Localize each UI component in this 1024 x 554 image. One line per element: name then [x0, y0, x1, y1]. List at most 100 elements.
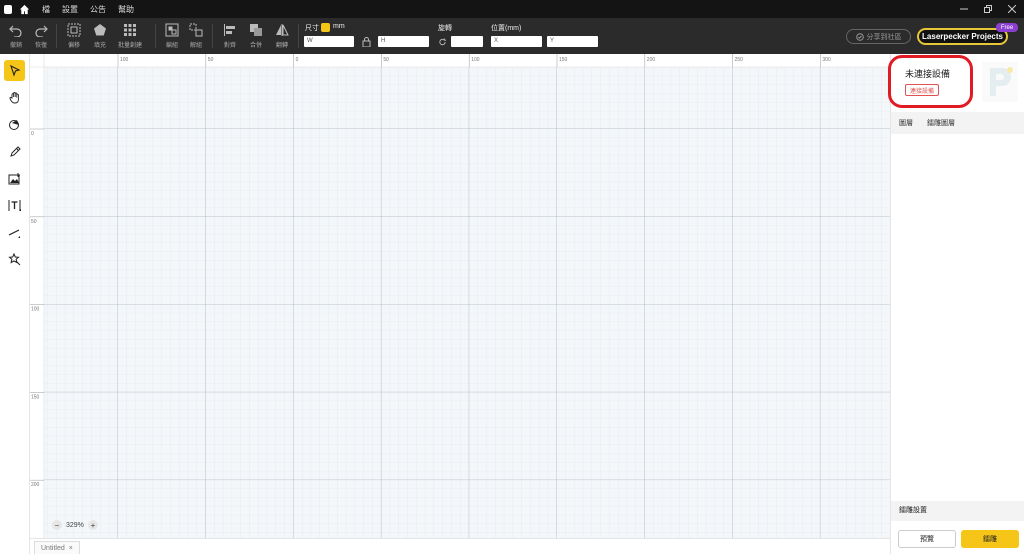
unit-toggle[interactable] — [321, 23, 330, 32]
special-tool[interactable] — [4, 249, 25, 270]
tab-burn-layers[interactable]: 鐳雕圖層 — [927, 118, 955, 128]
design-canvas[interactable]: 100 50 0 50 100 150 200 250 300 0 50 100 150 200 − 3… — [30, 54, 890, 538]
fill-pentagon-icon — [94, 24, 106, 36]
batch-create-label: 批量創建 — [118, 43, 143, 49]
rotate-input[interactable] — [451, 36, 483, 47]
menu-file[interactable]: 檔 — [42, 4, 50, 15]
flip-button[interactable]: 翻轉 — [270, 20, 294, 49]
highlight-annotation — [888, 55, 973, 108]
height-input[interactable]: H — [378, 36, 429, 47]
restore-icon[interactable] — [976, 0, 1000, 18]
offset-icon — [67, 23, 81, 37]
zoom-controls: − 329% + — [52, 519, 98, 531]
y-input[interactable]: Y — [547, 36, 598, 47]
lock-icon[interactable] — [362, 37, 371, 47]
size-label: 尺寸 — [305, 25, 319, 32]
ruler-tick-label: 50 — [208, 57, 214, 63]
ruler-tick-label: 300 — [822, 57, 831, 63]
burn-button[interactable]: 鐳雕 — [961, 530, 1019, 548]
tab-title: Untitled — [41, 544, 65, 552]
zoom-in-button[interactable]: + — [87, 520, 98, 530]
free-badge: Free — [996, 23, 1018, 32]
ruler-tick-label: 200 — [647, 57, 656, 63]
laserpecker-watermark-icon — [982, 62, 1018, 102]
share-community-button[interactable]: 分享到社區 — [846, 29, 911, 44]
flip-icon — [276, 24, 289, 36]
ungroup-icon — [189, 23, 203, 37]
undo-label: 撤銷 — [9, 43, 22, 49]
separator — [155, 24, 156, 48]
burn-settings-header[interactable]: 鐳雕設置 — [891, 501, 1024, 521]
offset-label: 偏移 — [67, 43, 80, 49]
ruler-tick-label: 0 — [31, 131, 34, 137]
select-tool[interactable] — [4, 60, 25, 81]
ungroup-label: 解組 — [189, 43, 202, 49]
ruler-tick-label: 100 — [31, 307, 40, 313]
ruler-tick-label: 150 — [559, 57, 568, 63]
offset-button[interactable]: 偏移 — [62, 20, 86, 49]
ruler-tick-label: 0 — [296, 57, 299, 63]
size-unit: mm — [333, 23, 345, 30]
group-button[interactable]: 編組 — [160, 20, 184, 49]
pen-tool[interactable] — [4, 141, 25, 162]
redo-button[interactable]: 恢復 — [29, 20, 53, 49]
home-icon[interactable] — [18, 3, 30, 15]
menu-announcements[interactable]: 公告 — [90, 4, 106, 15]
line-tool[interactable] — [4, 222, 25, 243]
toolbar: 撤銷 恢復 偏移 填充 批量創建 編組 解組 對齊 合併 翻轉 尺寸 mm W — [0, 18, 1024, 54]
align-button[interactable]: 對齊 — [218, 20, 242, 49]
ruler-tick-label: 50 — [383, 57, 389, 63]
x-input[interactable]: X — [491, 36, 542, 47]
separator — [212, 24, 213, 48]
fill-label: 填充 — [93, 43, 106, 49]
menu-settings[interactable]: 設置 — [62, 4, 78, 15]
shapes-icon — [9, 120, 19, 130]
share-icon — [855, 32, 864, 41]
redo-icon — [35, 25, 48, 37]
pencil-icon — [9, 145, 21, 157]
rotate-icon — [439, 38, 447, 46]
align-label: 對齊 — [223, 43, 236, 49]
ungroup-button[interactable]: 解組 — [184, 20, 208, 49]
document-tab[interactable]: Untitled × — [34, 541, 80, 554]
align-left-icon — [224, 24, 235, 36]
zoom-out-button[interactable]: − — [52, 520, 62, 530]
merge-icon — [250, 24, 262, 36]
batch-create-button[interactable]: 批量創建 — [118, 20, 142, 49]
image-add-icon — [8, 172, 20, 184]
text-tool[interactable] — [4, 195, 25, 216]
pan-tool[interactable] — [4, 87, 25, 108]
fill-button[interactable]: 填充 — [88, 20, 112, 49]
flip-label: 翻轉 — [275, 43, 288, 49]
preview-button[interactable]: 預覽 — [898, 530, 956, 548]
close-icon[interactable] — [1000, 0, 1024, 18]
ruler-tick-label: 200 — [31, 482, 40, 488]
tab-close-icon[interactable]: × — [69, 545, 73, 552]
width-input[interactable]: W — [304, 36, 354, 47]
projects-label: Laserpecker Projects — [922, 32, 1003, 41]
grid-icon — [124, 24, 136, 36]
pointer-icon — [9, 64, 21, 77]
undo-button[interactable]: 撤銷 — [4, 20, 28, 49]
laserpecker-projects-button[interactable]: Laserpecker Projects — [917, 28, 1008, 45]
tab-layers[interactable]: 圖層 — [899, 118, 913, 128]
left-toolbar — [0, 54, 30, 554]
app-logo-icon — [4, 4, 12, 14]
menu-help[interactable]: 幫助 — [118, 4, 134, 15]
ruler-tick-label: 250 — [735, 57, 744, 63]
group-label: 編組 — [165, 43, 178, 49]
right-panel: 未連接設備 連接設備 圖層 鐳雕圖層 鐳雕設置 預覽 鐳雕 — [890, 54, 1024, 554]
share-label: 分享到社區 — [866, 33, 902, 41]
layer-tabs: 圖層 鐳雕圖層 — [891, 112, 1024, 134]
ruler-tick-label: 100 — [120, 57, 129, 63]
merge-label: 合併 — [249, 43, 262, 49]
merge-button[interactable]: 合併 — [244, 20, 268, 49]
image-tool[interactable] — [4, 168, 25, 189]
shape-tool[interactable] — [4, 114, 25, 135]
hand-icon — [8, 92, 19, 104]
ruler-tick-label: 50 — [31, 219, 37, 225]
grid-ruler: 100 50 0 50 100 150 200 250 300 0 50 100 150 200 — [30, 54, 890, 538]
document-tab-bar: Untitled × — [30, 538, 890, 554]
minimize-icon[interactable] — [952, 0, 976, 18]
position-label: 位置(mm) — [491, 25, 522, 32]
